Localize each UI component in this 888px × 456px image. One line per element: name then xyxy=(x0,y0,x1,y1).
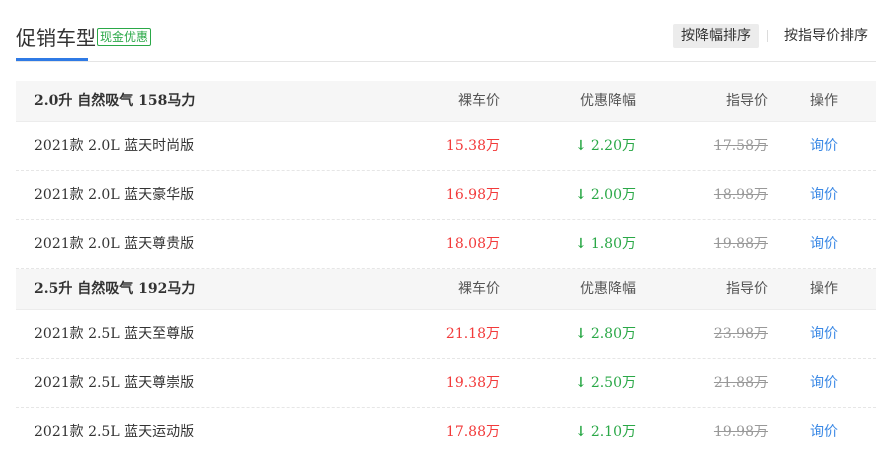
sort-divider xyxy=(767,30,768,42)
table-row: 2021款 2.0L 蓝天豪华版 16.98万 ↓ 2.00万 18.98万 询价 xyxy=(16,171,876,220)
guide-price: 19.98万 xyxy=(713,424,768,440)
bare-price: 21.18万 xyxy=(445,326,500,342)
promo-models-panel: 促销车型 现金优惠 按降幅排序 按指导价排序 2.0升 自然吸气 158马力 裸… xyxy=(0,0,888,455)
column-header-discount: 优惠降幅 xyxy=(580,93,636,109)
discount-cell: ↓ 2.00万 xyxy=(575,171,636,219)
group-header-row: 2.0升 自然吸气 158马力 裸车价 优惠降幅 指导价 操作 xyxy=(16,81,876,122)
group-engine-label: 2.5升 自然吸气 192马力 xyxy=(34,281,196,297)
column-header-price: 裸车价 xyxy=(458,93,500,109)
model-name: 2021款 2.0L 蓝天豪华版 xyxy=(34,187,195,203)
cash-discount-badge: 现金优惠 xyxy=(97,28,152,46)
arrow-down-icon: ↓ xyxy=(575,375,587,391)
inquire-link[interactable]: 询价 xyxy=(810,359,838,407)
discount-value: 2.10万 xyxy=(590,424,636,440)
model-name: 2021款 2.5L 蓝天运动版 xyxy=(34,424,195,440)
model-name: 2021款 2.0L 蓝天尊贵版 xyxy=(34,236,195,252)
sort-by-discount-button[interactable]: 按降幅排序 xyxy=(673,24,759,48)
discount-value: 2.20万 xyxy=(590,138,636,154)
group-header-row: 2.5升 自然吸气 192马力 裸车价 优惠降幅 指导价 操作 xyxy=(16,269,876,310)
sort-options: 按降幅排序 按指导价排序 xyxy=(673,24,876,48)
guide-price: 18.98万 xyxy=(713,187,768,203)
inquire-link[interactable]: 询价 xyxy=(810,171,838,219)
column-header-action: 操作 xyxy=(810,93,838,109)
guide-price: 23.98万 xyxy=(713,326,768,342)
arrow-down-icon: ↓ xyxy=(575,187,587,203)
discount-value: 2.00万 xyxy=(590,187,636,203)
sort-by-guide-price-button[interactable]: 按指导价排序 xyxy=(776,24,876,48)
discount-value: 2.80万 xyxy=(590,326,636,342)
guide-price: 19.88万 xyxy=(713,236,768,252)
model-name: 2021款 2.5L 蓝天至尊版 xyxy=(34,326,195,342)
promo-table: 2.0升 自然吸气 158马力 裸车价 优惠降幅 指导价 操作 2021款 2.… xyxy=(16,81,876,456)
column-header-guide-price: 指导价 xyxy=(726,281,768,297)
table-row: 2021款 2.5L 蓝天运动版 17.88万 ↓ 2.10万 19.98万 询价 xyxy=(16,408,876,456)
arrow-down-icon: ↓ xyxy=(575,424,587,440)
discount-cell: ↓ 2.20万 xyxy=(575,122,636,170)
discount-cell: ↓ 2.10万 xyxy=(575,408,636,456)
column-header-guide-price: 指导价 xyxy=(726,93,768,109)
bare-price: 18.08万 xyxy=(445,236,500,252)
panel-header: 促销车型 现金优惠 按降幅排序 按指导价排序 xyxy=(16,0,876,62)
column-header-discount: 优惠降幅 xyxy=(580,281,636,297)
bare-price: 19.38万 xyxy=(445,375,500,391)
inquire-link[interactable]: 询价 xyxy=(810,310,838,358)
arrow-down-icon: ↓ xyxy=(575,138,587,154)
title-underline xyxy=(16,58,88,61)
inquire-link[interactable]: 询价 xyxy=(810,408,838,456)
bare-price: 15.38万 xyxy=(445,138,500,154)
model-name: 2021款 2.0L 蓝天时尚版 xyxy=(34,138,195,154)
discount-value: 1.80万 xyxy=(590,236,636,252)
discount-cell: ↓ 2.80万 xyxy=(575,310,636,358)
guide-price: 17.58万 xyxy=(713,138,768,154)
table-row: 2021款 2.5L 蓝天尊崇版 19.38万 ↓ 2.50万 21.88万 询价 xyxy=(16,359,876,408)
table-row: 2021款 2.5L 蓝天至尊版 21.18万 ↓ 2.80万 23.98万 询价 xyxy=(16,310,876,359)
column-header-price: 裸车价 xyxy=(458,281,500,297)
guide-price: 21.88万 xyxy=(713,375,768,391)
table-row: 2021款 2.0L 蓝天尊贵版 18.08万 ↓ 1.80万 19.88万 询价 xyxy=(16,220,876,269)
panel-title: 促销车型 xyxy=(16,26,96,50)
discount-cell: ↓ 1.80万 xyxy=(575,220,636,268)
inquire-link[interactable]: 询价 xyxy=(810,122,838,170)
discount-cell: ↓ 2.50万 xyxy=(575,359,636,407)
bare-price: 17.88万 xyxy=(445,424,500,440)
bare-price: 16.98万 xyxy=(445,187,500,203)
model-name: 2021款 2.5L 蓝天尊崇版 xyxy=(34,375,195,391)
arrow-down-icon: ↓ xyxy=(575,326,587,342)
discount-value: 2.50万 xyxy=(590,375,636,391)
group-engine-label: 2.0升 自然吸气 158马力 xyxy=(34,93,196,109)
arrow-down-icon: ↓ xyxy=(575,236,587,252)
column-header-action: 操作 xyxy=(810,281,838,297)
table-row: 2021款 2.0L 蓝天时尚版 15.38万 ↓ 2.20万 17.58万 询价 xyxy=(16,122,876,171)
inquire-link[interactable]: 询价 xyxy=(810,220,838,268)
